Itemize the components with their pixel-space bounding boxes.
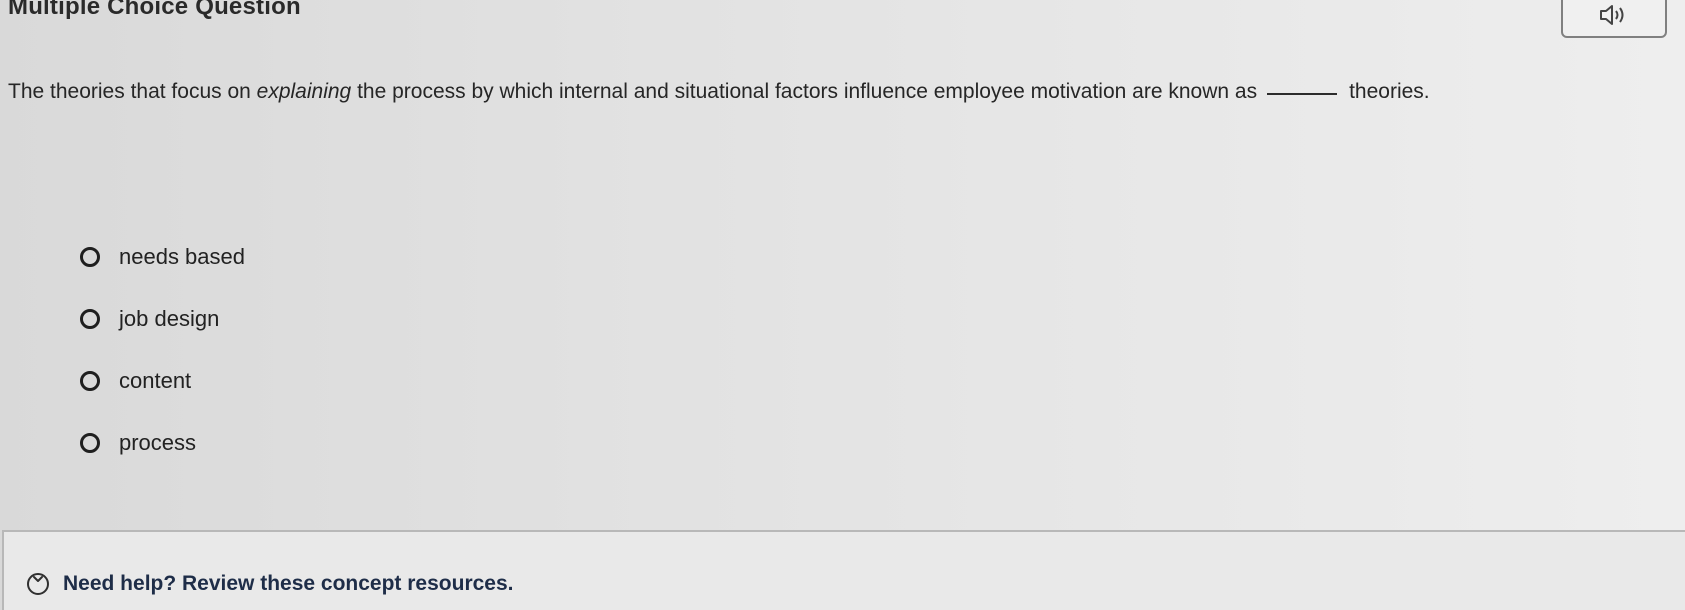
option-label: content: [119, 368, 192, 393]
radio-icon[interactable]: [80, 309, 100, 329]
help-link-text: Need help? Review these concept resource…: [63, 572, 514, 595]
question-type-title: Multiple Choice Question: [8, 0, 301, 20]
concept-resources-toggle[interactable]: Need help? Review these concept resource…: [27, 572, 514, 596]
speaker-icon: [1600, 5, 1624, 25]
option-label: needs based: [119, 244, 245, 269]
radio-icon[interactable]: [80, 371, 100, 391]
radio-icon[interactable]: [80, 247, 100, 267]
help-panel: [2, 530, 1685, 610]
read-aloud-button[interactable]: [1561, 0, 1667, 38]
option-content[interactable]: content: [80, 350, 245, 412]
chevron-down-icon: [27, 573, 49, 595]
option-label: process: [119, 430, 197, 455]
option-needs-based[interactable]: needs based: [80, 226, 245, 288]
answer-blank: [1267, 93, 1338, 95]
multiple-choice-page: Multiple Choice Question The theories th…: [0, 0, 1685, 610]
option-label: job design: [119, 306, 220, 331]
question-text-part1: The theories that focus on: [8, 80, 257, 103]
radio-icon[interactable]: [80, 433, 100, 453]
option-job-design[interactable]: job design: [80, 288, 245, 350]
question-emphasis: explaining: [256, 80, 352, 103]
question-text-part2: the process by which internal and situat…: [351, 80, 1258, 103]
answer-options: needs based job design content process: [80, 226, 245, 474]
question-text-part3: theories.: [1349, 80, 1430, 103]
option-process[interactable]: process: [80, 412, 245, 474]
question-prompt: The theories that focus on explaining th…: [8, 78, 1430, 106]
